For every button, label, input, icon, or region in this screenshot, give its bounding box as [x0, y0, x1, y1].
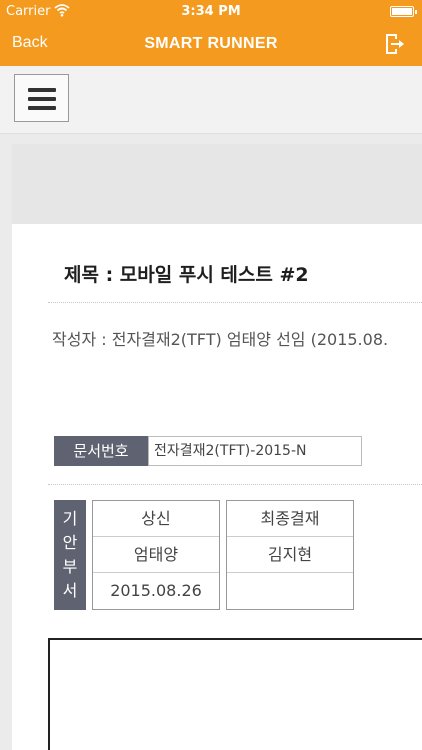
navigation-bar: Back SMART RUNNER — [0, 24, 422, 66]
battery-icon — [390, 6, 417, 17]
approval-name: 엄태양 — [93, 537, 219, 573]
doc-number-label: 문서번호 — [54, 436, 148, 466]
status-bar: Carrier 3:34 PM — [0, 0, 422, 24]
approval-box-submit: 상신 엄태양 2015.08.26 — [92, 500, 220, 610]
hamburger-menu-button[interactable] — [14, 74, 69, 122]
approval-role: 상신 — [93, 501, 219, 537]
approval-name: 김지현 — [227, 537, 353, 573]
document-author: 작성자 : 전자결재2(TFT) 엄태양 선임 (2015.08. — [52, 330, 389, 349]
approval-box-final: 최종결재 김지현 — [226, 500, 354, 610]
doc-number-value: 전자결재2(TFT)-2015-N — [148, 436, 362, 466]
menu-icon-bar — [28, 97, 56, 101]
divider — [48, 302, 422, 303]
draft-department-label: 기 안 부 서 — [54, 500, 86, 610]
document-content: 제목 : 모바일 푸시 테스트 #2 작성자 : 전자결재2(TFT) 엄태양 … — [12, 144, 422, 750]
menu-icon — [28, 88, 56, 92]
toolbar — [0, 66, 422, 134]
status-time: 3:34 PM — [181, 4, 241, 19]
document-banner — [12, 144, 422, 224]
menu-icon-bar — [28, 106, 56, 110]
document-title: 제목 : 모바일 푸시 테스트 #2 — [64, 264, 309, 286]
divider — [48, 484, 422, 485]
app-title: SMART RUNNER — [144, 35, 278, 52]
approval-role: 최종결재 — [227, 501, 353, 537]
approval-date: 2015.08.26 — [110, 581, 202, 600]
exit-icon[interactable] — [382, 32, 406, 56]
document-body-frame — [48, 638, 422, 750]
approval-date — [227, 573, 353, 609]
